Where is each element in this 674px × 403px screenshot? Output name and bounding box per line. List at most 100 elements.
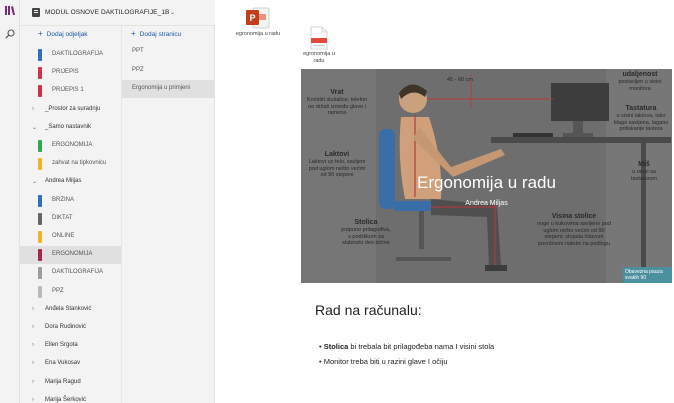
- section-color-tab: [38, 194, 42, 207]
- annotation-laktovi-title: Laktovi: [324, 151, 350, 158]
- section-item[interactable]: DAKTILOGRAFIJA: [20, 264, 121, 282]
- section-item[interactable]: DAKTILOGRAFIJA: [20, 46, 121, 64]
- pdf-file-label: egronomija u radu: [303, 51, 335, 64]
- section-color-tab: [38, 140, 42, 152]
- section-group[interactable]: ⌄ Andrea Miljas: [20, 173, 121, 191]
- pause-note: Obavezna pauza svakih 90: [623, 267, 672, 283]
- powerpoint-file-icon[interactable]: P: [245, 6, 271, 30]
- section-group[interactable]: › Dora Rudinović: [20, 319, 121, 337]
- annotation-monitor: udaljenost postavljen u visini monitora: [611, 71, 669, 92]
- bullet-item: • Stolica bi trebala bit prilagođeba nam…: [319, 342, 495, 351]
- section-item[interactable]: BRZINA: [20, 192, 121, 210]
- section-label: DAKTILOGRAFIJA: [52, 51, 104, 57]
- plus-icon: +: [38, 29, 43, 38]
- section-label: ONLINE: [52, 233, 75, 239]
- section-group[interactable]: › Anđela Stanković: [20, 301, 121, 319]
- left-rail: [0, 0, 20, 403]
- section-item[interactable]: ERGONOMIJA: [20, 137, 121, 155]
- chevron-right-icon[interactable]: ›: [32, 306, 34, 312]
- section-color-tab: [38, 158, 42, 171]
- section-label: DAKTILOGRAFIJA: [52, 269, 104, 276]
- chevron-down-icon[interactable]: ⌄: [32, 124, 37, 131]
- page-label: PPZ: [132, 66, 144, 73]
- section-group-label: Ellen Srgota: [45, 342, 78, 349]
- chevron-right-icon[interactable]: ›: [32, 379, 34, 385]
- section-color-tab: [38, 249, 42, 262]
- bullet-bold: Stolica: [323, 342, 349, 351]
- search-icon[interactable]: [5, 29, 15, 39]
- section-group-label: Dora Rudinović: [45, 324, 87, 330]
- bullet-item: • Monitor treba biti u razini glave I oč…: [319, 357, 448, 366]
- annotation-vrat-title: Vrat: [330, 89, 344, 96]
- section-label: BRZINA: [52, 196, 75, 203]
- powerpoint-file-label: egronomija u radu: [235, 31, 281, 37]
- annotation-visina-title: Visina stolice: [551, 213, 597, 220]
- chevron-down-icon[interactable]: ⌄: [170, 9, 175, 16]
- add-section-button[interactable]: + Dodaj odjeljak: [38, 29, 88, 41]
- dimension-label: 45 - 60 cm: [447, 77, 473, 83]
- section-item[interactable]: ERGONOMIJA: [20, 246, 121, 265]
- notebook-icon: [32, 8, 40, 17]
- page-item[interactable]: Ergonomija u primjeni: [122, 80, 215, 98]
- section-item[interactable]: DIKTAT: [20, 210, 121, 228]
- section-group[interactable]: › _Prostor za suradnju: [20, 101, 121, 119]
- annotation-monitor-text: postavljen u visini monitora: [618, 79, 662, 92]
- page-item[interactable]: PPT: [122, 43, 215, 61]
- section-label: PRIJEPIS: [52, 69, 79, 76]
- section-label: ERGONOMIJA: [52, 251, 93, 258]
- annotation-vrat-text: Koristiti slušalice; telefon ne držati i…: [306, 97, 368, 116]
- section-label: zahvat na tipkovnicu: [52, 160, 107, 167]
- section-color-tab: [38, 231, 42, 243]
- slide-subtitle: Andrea Miljas: [465, 200, 508, 207]
- annotation-stolica-title: Stolica: [354, 219, 378, 226]
- annotation-tastatura-text: u visini laktova, lako blago savijena, l…: [613, 113, 669, 132]
- section-group-label: Marija Šerković: [45, 396, 87, 403]
- annotation-monitor-title: udaljenost: [622, 71, 658, 78]
- bullet-text: Monitor treba biti u razini glave I očij…: [323, 357, 448, 366]
- chevron-right-icon[interactable]: ›: [32, 324, 34, 330]
- section-item[interactable]: PRIJEPIS: [20, 64, 121, 82]
- section-group-label: _Samo nastavnik: [45, 123, 92, 130]
- section-label: DIKTAT: [52, 214, 73, 221]
- section-group-label: Anđela Stanković: [45, 305, 92, 312]
- chevron-right-icon[interactable]: ›: [32, 360, 34, 366]
- page-label: PPT: [132, 48, 144, 54]
- add-section-label: Dodaj odjeljak: [46, 31, 88, 38]
- section-group-label: Ena Vukosav: [45, 360, 81, 367]
- pdf-file-icon[interactable]: [309, 26, 329, 50]
- chevron-down-icon[interactable]: ⌄: [32, 178, 37, 185]
- section-label: PRIJEPIS 1: [52, 87, 84, 94]
- section-group[interactable]: › Ellen Srgota: [20, 337, 121, 355]
- annotation-stolica: Stolica potpuno prilagođiva, s podrškom …: [341, 219, 391, 247]
- plus-icon: +: [131, 29, 136, 38]
- section-item[interactable]: ONLINE: [20, 228, 121, 246]
- annotation-vrat: Vrat Koristiti slušalice; telefon ne drž…: [305, 89, 369, 117]
- section-group[interactable]: › Marija Šerković: [20, 392, 121, 403]
- annotation-tastatura-title: Tastatura: [625, 105, 657, 112]
- section-item[interactable]: PRIJEPIS 1: [20, 82, 121, 100]
- section-label: PPZ: [52, 287, 64, 294]
- chevron-right-icon[interactable]: ›: [32, 397, 34, 403]
- section-color-tab: [38, 49, 42, 61]
- section-group[interactable]: › Ena Vukosav: [20, 355, 121, 373]
- section-group-label: _Prostor za suradnju: [45, 105, 101, 112]
- notebook-title[interactable]: MODUL OSNOVE DAKTILOGRAFIJE_1B: [45, 9, 169, 16]
- add-page-button[interactable]: + Dodaj stranicu: [131, 29, 181, 41]
- annotation-tastatura: Tastatura u visini laktova, lako blago s…: [613, 105, 669, 133]
- section-item[interactable]: zahvat na tipkovnicu: [20, 155, 121, 173]
- chevron-right-icon[interactable]: ›: [32, 106, 34, 112]
- section-group-label: Andrea Miljas: [45, 178, 82, 185]
- svg-text:P: P: [249, 13, 255, 23]
- chevron-right-icon[interactable]: ›: [32, 342, 34, 348]
- section-group[interactable]: ⌄ _Samo nastavnik: [20, 119, 121, 137]
- content-heading: Rad na računalu:: [315, 302, 422, 318]
- bullet-text: bi trebala bit prilagođeba nama I visini…: [348, 342, 495, 351]
- section-item[interactable]: PPZ: [20, 283, 121, 301]
- notebook-header[interactable]: MODUL OSNOVE DAKTILOGRAFIJE_1B ⌄: [20, 0, 215, 26]
- page-label: Ergonomija u primjeni: [132, 85, 191, 91]
- page-item[interactable]: PPZ: [122, 62, 215, 80]
- annotation-stolica-text: potpuno prilagođiva, s podrškom za slabi…: [341, 227, 391, 246]
- slide-title: Ergonomija u radu: [417, 173, 556, 192]
- section-group[interactable]: › Marija Ragud: [20, 374, 121, 392]
- notebooks-icon[interactable]: [5, 6, 15, 15]
